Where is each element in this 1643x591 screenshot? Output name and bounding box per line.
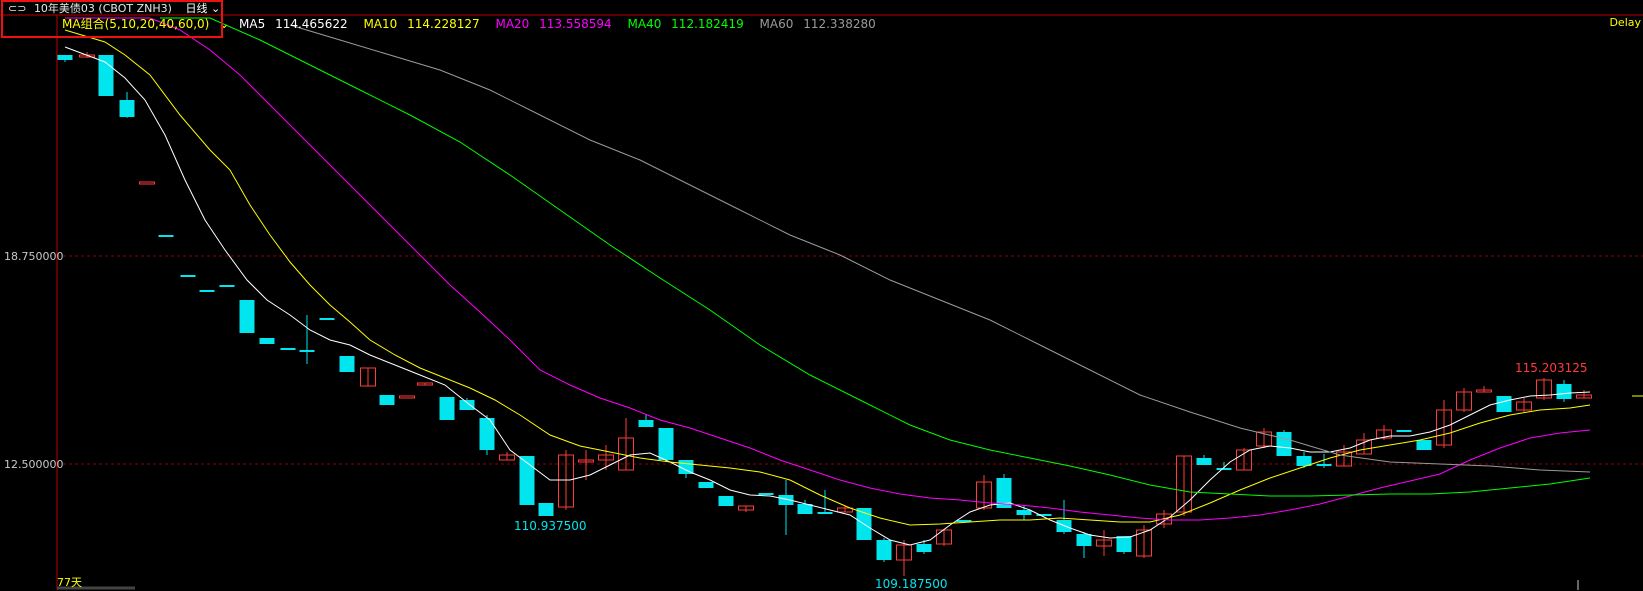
ma60-label: MA60 112.338280	[759, 17, 876, 31]
candle-body-down	[718, 496, 734, 506]
candle-body-down	[916, 544, 932, 552]
candle-body-down	[1416, 440, 1432, 450]
candle-body-down	[1396, 430, 1412, 432]
candle-body-down	[1016, 510, 1032, 515]
candle-body-down	[459, 400, 475, 410]
candle-body-down	[1276, 432, 1292, 456]
candle-body-down	[1556, 384, 1572, 399]
ma60-line	[289, 24, 1591, 473]
ma20-label: MA20 113.558594	[495, 17, 612, 31]
candle-body-down	[1496, 396, 1512, 412]
high-price-label: 115.203125	[1515, 361, 1588, 375]
candle-body-down	[219, 285, 235, 287]
selection-highlight-box	[1, 0, 223, 38]
candle-body-down	[199, 290, 215, 292]
candle-body-down	[119, 100, 135, 117]
candle-body-down	[239, 300, 255, 333]
low-price-label-1: 110.937500	[514, 519, 587, 533]
ma20-line	[65, 17, 1591, 521]
ma5-line	[64, 46, 1591, 546]
candlestick-chart[interactable]	[0, 0, 1643, 590]
ma10-line	[64, 29, 1591, 526]
candle-body-down	[758, 493, 774, 495]
y-axis-label-upper: 18.750000	[4, 250, 64, 263]
days-count-label: 77天	[57, 576, 82, 589]
candle-body-up	[399, 395, 415, 399]
candle-body-down	[439, 397, 455, 420]
candle-body-down	[638, 420, 654, 427]
candle-body-down	[299, 350, 315, 352]
candle-body-down	[1196, 458, 1212, 465]
ma40-label: MA40 112.182419	[627, 17, 744, 31]
ma10-label: MA10 114.228127	[363, 17, 480, 31]
y-axis-label-lower: 12.500000	[4, 458, 64, 471]
candle-body-down	[1216, 468, 1232, 470]
ma5-label: MA5 114.465622	[239, 17, 348, 31]
delay-indicator: Delay	[1609, 16, 1641, 29]
candle-body-down	[1316, 464, 1332, 466]
ma40-line	[160, 17, 1591, 497]
candle-body-down	[658, 428, 674, 460]
candle-body-down	[98, 55, 114, 96]
candle-body-down	[698, 482, 714, 488]
candle-body-down	[379, 395, 395, 405]
candle-body-down	[817, 512, 833, 514]
candle-body-down	[1076, 534, 1092, 546]
candle-body-up	[139, 181, 155, 185]
candle-body-down	[319, 318, 335, 320]
candle-body-down	[538, 503, 554, 516]
candle-body-down	[1116, 536, 1132, 552]
candle-body-down	[339, 356, 355, 372]
candle-body-down	[876, 540, 892, 560]
candle-body-down	[57, 55, 73, 60]
candle-body-down	[180, 275, 196, 277]
candle-body-down	[280, 348, 296, 350]
candle-body-down	[259, 338, 275, 344]
candle-body-down	[158, 235, 174, 237]
low-price-label-2: 109.187500	[875, 577, 948, 591]
